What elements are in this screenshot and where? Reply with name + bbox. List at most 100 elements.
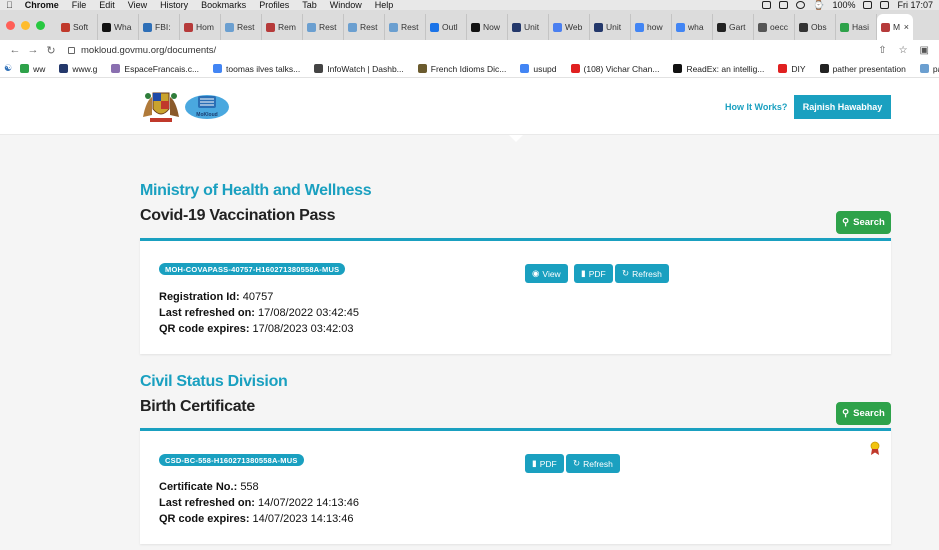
browser-tab[interactable]: Gart: [713, 14, 754, 40]
user-account-button[interactable]: Rajnish Hawabhay: [794, 95, 891, 119]
menu-file[interactable]: File: [72, 0, 87, 10]
search-button-label: Search: [853, 408, 885, 419]
bookmark-item[interactable]: French Idioms Dic...: [417, 63, 507, 74]
browser-tab[interactable]: Hasi: [836, 14, 877, 40]
bookmark-favicon-icon: [778, 64, 788, 73]
browser-tab[interactable]: Wha: [98, 14, 139, 40]
address-bar[interactable]: mokloud.govmu.org/documents/: [68, 41, 878, 59]
menu-clock[interactable]: Fri 17:07: [897, 0, 933, 10]
bookmark-favicon-icon: [673, 64, 683, 73]
bookmark-item[interactable]: (108) Vichar Chan...: [570, 64, 659, 74]
bookmark-item[interactable]: ww: [20, 64, 45, 74]
bookmark-favicon-icon: [570, 64, 580, 73]
bookmark-item[interactable]: www.g: [59, 64, 97, 74]
forward-arrow-icon[interactable]: →: [24, 44, 42, 56]
how-it-works-link[interactable]: How It Works?: [725, 102, 787, 112]
sync-status-icon[interactable]: [796, 1, 806, 9]
mauritius-coat-of-arms-icon[interactable]: [140, 87, 182, 125]
search-button[interactable]: ⚲ Search: [836, 211, 891, 234]
back-arrow-icon[interactable]: ←: [6, 44, 24, 56]
reload-icon[interactable]: ↻: [42, 44, 60, 57]
browser-tab[interactable]: Unit: [508, 14, 549, 40]
view-button-label: View: [542, 268, 561, 279]
battery-percent[interactable]: 100%: [832, 0, 855, 10]
share-icon[interactable]: ⇧: [878, 45, 886, 56]
keyboard-input-icon[interactable]: [880, 1, 890, 9]
search-button[interactable]: ⚲ Search: [836, 402, 891, 425]
bookmark-label: French Idioms Dic...: [430, 63, 507, 74]
browser-tab[interactable]: M ×: [877, 14, 913, 40]
browser-tab[interactable]: Rest: [303, 14, 344, 40]
close-window-icon[interactable]: [6, 20, 15, 30]
menu-help[interactable]: Help: [375, 0, 394, 10]
browser-tab[interactable]: Outl: [426, 14, 467, 40]
refresh-button[interactable]: ↻ Refresh: [566, 454, 620, 473]
browser-tab[interactable]: Obs: [795, 14, 836, 40]
section-doc-type-title: Birth Certificate: [140, 398, 255, 415]
menu-edit[interactable]: Edit: [99, 0, 115, 10]
qr-expires-field: QR code expires: 17/08/2023 03:42:03: [159, 323, 353, 335]
bookmark-label: pather presentation: [832, 63, 906, 74]
mokloud-logo-icon[interactable]: MoKloud: [184, 91, 230, 123]
wifi-icon[interactable]: ⌚: [813, 0, 824, 10]
menu-view[interactable]: View: [128, 0, 147, 10]
tab-label: wha: [688, 22, 704, 32]
browser-tab[interactable]: Rest: [221, 14, 262, 40]
browser-tab[interactable]: oecc: [754, 14, 795, 40]
battery-icon[interactable]: [863, 1, 873, 9]
browser-tab[interactable]: Unit: [590, 14, 631, 40]
bookmark-item[interactable]: DIY: [778, 63, 806, 74]
mokloud-logo-text: MoKloud: [196, 112, 217, 118]
bookmark-item[interactable]: toomas ilves talks...: [213, 64, 300, 74]
tab-favicon-icon: [553, 22, 562, 32]
browser-tab[interactable]: Rest: [344, 14, 385, 40]
browser-tab[interactable]: Hom: [180, 14, 221, 40]
menu-app-name[interactable]: Chrome: [25, 0, 59, 10]
minimize-window-icon[interactable]: [21, 20, 30, 30]
menu-tab[interactable]: Tab: [302, 0, 317, 10]
status-app-icon[interactable]: [762, 1, 772, 9]
bookmark-item[interactable]: EspaceFrancais.c...: [111, 64, 199, 74]
tab-favicon-icon: [799, 22, 808, 32]
qr-expires-field: QR code expires: 14/07/2023 14:13:46: [159, 513, 353, 525]
tab-favicon-icon: [635, 22, 644, 32]
bookmark-favicon-icon: [20, 64, 30, 73]
tab-label: Rest: [237, 22, 255, 32]
extension-icon[interactable]: ▣: [920, 45, 929, 56]
browser-tab[interactable]: Rest: [385, 14, 426, 40]
browser-tab[interactable]: wha: [672, 14, 713, 40]
menu-window[interactable]: Window: [330, 0, 362, 10]
browser-tab[interactable]: Soft: [57, 14, 98, 40]
url-text[interactable]: mokloud.govmu.org/documents/: [81, 45, 216, 56]
browser-tab[interactable]: Rem: [262, 14, 303, 40]
bookmark-item[interactable]: ReadEx: an intellig...: [673, 64, 764, 74]
bookmarks-apps-icon[interactable]: ☯: [4, 63, 12, 74]
tab-favicon-icon: [307, 22, 316, 32]
bookmark-item[interactable]: usupd: [520, 64, 557, 74]
bookmark-item[interactable]: pather presentation: [819, 63, 906, 74]
maximize-window-icon[interactable]: [36, 20, 45, 30]
browser-tab[interactable]: how: [631, 14, 672, 40]
menu-bookmarks[interactable]: Bookmarks: [201, 0, 246, 10]
bookmark-label: pather presentation: [932, 63, 939, 74]
bookmark-item[interactable]: pather presentation: [919, 63, 939, 74]
pdf-button[interactable]: ▮ PDF: [574, 264, 613, 283]
bookmark-star-icon[interactable]: ☆: [899, 45, 908, 56]
browser-tab[interactable]: FBI:: [139, 14, 180, 40]
bookmark-item[interactable]: InfoWatch | Dashb...: [314, 64, 404, 74]
tab-favicon-icon: [266, 22, 275, 32]
bookmark-label: DIY: [791, 63, 806, 74]
eye-icon: ◉: [532, 268, 540, 278]
menu-history[interactable]: History: [160, 0, 188, 10]
browser-tab[interactable]: Now: [467, 14, 508, 40]
refresh-button[interactable]: ↻ Refresh: [615, 264, 669, 283]
close-tab-icon[interactable]: ×: [904, 22, 909, 32]
view-button[interactable]: ◉ View: [525, 264, 568, 283]
bookmark-favicon-icon: [213, 64, 223, 73]
pdf-button[interactable]: ▮ PDF: [525, 454, 564, 473]
browser-tab[interactable]: Web: [549, 14, 590, 40]
apple-icon[interactable]: : [6, 0, 13, 10]
lock-status-icon[interactable]: [779, 1, 789, 9]
field-label: Last refreshed on:: [159, 307, 255, 319]
menu-profiles[interactable]: Profiles: [259, 0, 289, 10]
